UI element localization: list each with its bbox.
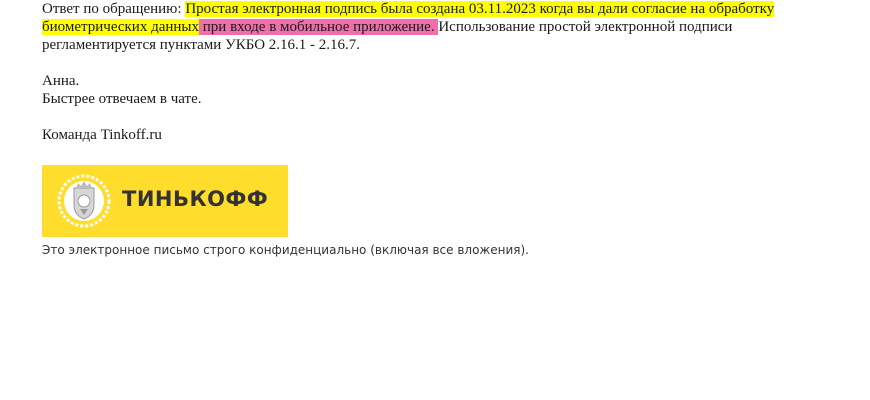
logo-wordmark: ТИНЬКОФФ	[122, 187, 269, 211]
tinkoff-logo: ТИНЬКОФФ	[42, 165, 288, 237]
highlighted-text-pink: при входе в мобильное приложение.	[199, 19, 439, 35]
reply-paragraph: Ответ по обращению: Простая электронная …	[42, 0, 832, 54]
reply-prefix: Ответ по обращению:	[42, 1, 186, 17]
signature-name: Анна.	[42, 73, 80, 89]
confidentiality-disclaimer: Это электронное письмо строго конфиденци…	[42, 243, 529, 257]
email-body: Ответ по обращению: Простая электронная …	[42, 0, 832, 144]
signature-note: Быстрее отвечаем в чате.	[42, 91, 202, 107]
team-signature: Команда Tinkoff.ru	[42, 127, 162, 143]
tinkoff-coat-of-arms-icon	[57, 174, 111, 228]
